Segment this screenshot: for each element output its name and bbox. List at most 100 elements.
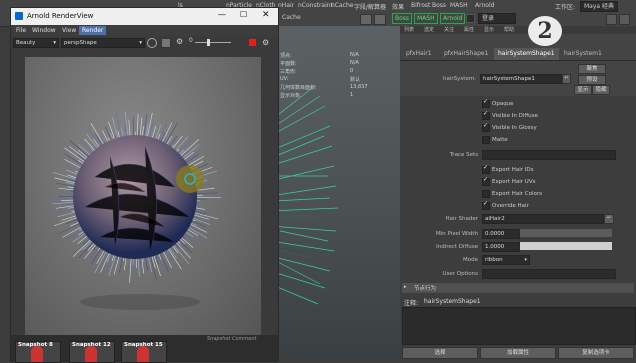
- expand-arrow-icon: ▸: [404, 284, 407, 290]
- display-icon[interactable]: [161, 38, 171, 48]
- arnold-toolbar: Beauty▾ perspShape▾ ⚙ 0 ⚙: [11, 36, 278, 50]
- user-options-field[interactable]: [482, 269, 616, 279]
- tab-pfxhair1[interactable]: pfxHair1: [402, 48, 436, 60]
- shelf-tab-boss[interactable]: Boss: [392, 13, 412, 24]
- arnold-titlebar[interactable]: Arnold RenderView — ☐ ✕: [11, 8, 278, 25]
- menu-mash[interactable]: MASH: [450, 2, 468, 9]
- toolbar-cache-label[interactable]: Cache: [282, 14, 301, 21]
- menu-file[interactable]: File: [13, 26, 29, 35]
- snapshot-comment: Snapshot Comment: [207, 336, 256, 342]
- render-icon[interactable]: [360, 14, 372, 25]
- ae-link-selected[interactable]: 选定: [424, 26, 434, 33]
- snapshot-label: Snapshot 15: [124, 342, 163, 348]
- shelf-tab-arnold[interactable]: Arnold: [440, 13, 465, 24]
- shelf-tab-mash[interactable]: MASH: [414, 13, 438, 24]
- ae-link-show[interactable]: 显示: [484, 26, 494, 33]
- indirect-diffuse-slider[interactable]: [520, 242, 612, 250]
- override-hair-checkbox[interactable]: [482, 202, 490, 210]
- tab-pfxhairshape1[interactable]: pfxHairShape1: [440, 48, 492, 60]
- export-hair-colors-checkbox[interactable]: [482, 190, 490, 198]
- export-hair-ids-label: Export Hair IDs: [492, 167, 534, 173]
- tab-hairsystem1[interactable]: hairSystem1: [560, 48, 606, 60]
- stop-render-icon[interactable]: [249, 39, 256, 46]
- min-pixel-width-label: Min Pixel Width: [400, 231, 478, 237]
- export-hair-colors-label: Export Hair Colors: [492, 191, 542, 197]
- aov-select[interactable]: Beauty▾: [13, 38, 59, 48]
- hud-value: 1: [350, 92, 353, 98]
- ae-link-attributes[interactable]: 属性: [464, 26, 474, 33]
- panel-icon[interactable]: [606, 14, 617, 25]
- ae-link-focus[interactable]: 关注: [444, 26, 454, 33]
- hud-value: 默认: [350, 76, 360, 83]
- notes-textarea[interactable]: [402, 307, 636, 345]
- hud-row: 三角形:: [280, 68, 297, 75]
- focus-button[interactable]: 聚焦: [578, 64, 606, 74]
- menu-window[interactable]: Window: [29, 26, 59, 35]
- ae-link-list[interactable]: 列表: [404, 26, 414, 33]
- hair-shader-field[interactable]: aiHair2: [482, 214, 604, 224]
- matte-checkbox[interactable]: [482, 136, 490, 144]
- opaque-checkbox[interactable]: [482, 100, 490, 108]
- node-arrow-icon[interactable]: ↵: [562, 74, 571, 84]
- menu-ncache[interactable]: nCache: [331, 2, 353, 9]
- login-button[interactable]: 登录: [478, 13, 516, 24]
- hud-value: 0: [350, 68, 353, 74]
- render-image[interactable]: [25, 57, 261, 337]
- workspace-select[interactable]: Maya 经典: [580, 1, 618, 12]
- show-button[interactable]: 显示: [574, 85, 592, 95]
- indirect-diffuse-field[interactable]: 1.0000: [482, 242, 520, 252]
- section-label: 节点行为: [414, 284, 436, 292]
- menu-render[interactable]: Render: [79, 26, 106, 35]
- camera-select[interactable]: perspShape▾: [61, 38, 145, 48]
- viewport[interactable]: 顶点: N/A 平面数: N/A 三角形: 0 UV: 默认 几何体数目面积: …: [270, 26, 400, 360]
- preset-button[interactable]: 预设: [578, 75, 606, 85]
- arnold-renderview-window: Arnold RenderView — ☐ ✕ File Window View…: [10, 7, 279, 362]
- trace-sets-label: Trace Sets: [400, 152, 478, 158]
- exposure-value: 0: [189, 37, 193, 44]
- min-pixel-width-field[interactable]: 0.0000: [482, 229, 520, 239]
- ae-link-help[interactable]: 帮助: [504, 26, 514, 33]
- hide-button[interactable]: 隐藏: [592, 85, 610, 95]
- indirect-diffuse-label: Indirect Diffuse: [400, 244, 478, 250]
- panel-icon-2[interactable]: [619, 14, 630, 25]
- menu-boss[interactable]: Boss: [432, 2, 446, 9]
- settings-gear-icon[interactable]: ⚙: [176, 37, 183, 46]
- shader-link-icon[interactable]: ↵: [604, 214, 614, 224]
- close-icon[interactable]: ✕: [262, 10, 270, 20]
- menu-nconstraint[interactable]: nConstraint: [298, 2, 333, 9]
- exposure-handle[interactable]: [207, 39, 210, 46]
- options-gear-icon[interactable]: ⚙: [262, 38, 269, 47]
- user-options-label: User Options: [400, 271, 478, 277]
- visible-glossy-checkbox[interactable]: [482, 124, 490, 132]
- maya-logo-icon: [15, 12, 23, 20]
- override-hair-label: Override Hair: [492, 203, 529, 209]
- min-pixel-width-slider[interactable]: [520, 229, 612, 237]
- attribute-editor: 列表 选定 关注 属性 显示 帮助 pfxHair1 pfxHairShape1…: [400, 26, 636, 360]
- node-name-field[interactable]: hairSystemShape1: [480, 74, 562, 84]
- export-hair-uvs-checkbox[interactable]: [482, 178, 490, 186]
- layout-icon[interactable]: [466, 14, 475, 23]
- visible-diffuse-checkbox[interactable]: [482, 112, 490, 120]
- menu-fields[interactable]: 字段/解算器: [354, 2, 386, 11]
- tab-hairsystemshape1[interactable]: hairSystemShape1: [494, 48, 559, 60]
- arnold-menubar: File Window View Render: [11, 25, 278, 36]
- tab-divider: [400, 60, 636, 61]
- select-button[interactable]: 选择: [402, 347, 478, 359]
- ipr-icon[interactable]: [374, 14, 386, 25]
- menu-nhair[interactable]: nHair: [278, 2, 294, 9]
- load-attributes-button[interactable]: 加载属性: [480, 347, 556, 359]
- crop-icon[interactable]: [147, 38, 157, 48]
- minimize-icon[interactable]: —: [218, 10, 226, 19]
- hair-shader-label: Hair Shader: [400, 216, 478, 222]
- menu-view[interactable]: View: [59, 26, 79, 35]
- trace-sets-field[interactable]: [482, 150, 616, 160]
- menu-bifrost[interactable]: Bifrost: [411, 2, 430, 9]
- copy-tab-button[interactable]: 复制选项卡: [558, 347, 634, 359]
- maximize-icon[interactable]: ☐: [240, 10, 247, 19]
- export-hair-ids-checkbox[interactable]: [482, 166, 490, 174]
- node-behavior-section[interactable]: ▸ 节点行为: [402, 283, 634, 293]
- mode-select[interactable]: ribbon▾: [482, 255, 530, 265]
- menu-arnold[interactable]: Arnold: [475, 2, 494, 9]
- menu-effects[interactable]: 效果: [392, 2, 404, 11]
- exposure-slider[interactable]: [195, 42, 231, 43]
